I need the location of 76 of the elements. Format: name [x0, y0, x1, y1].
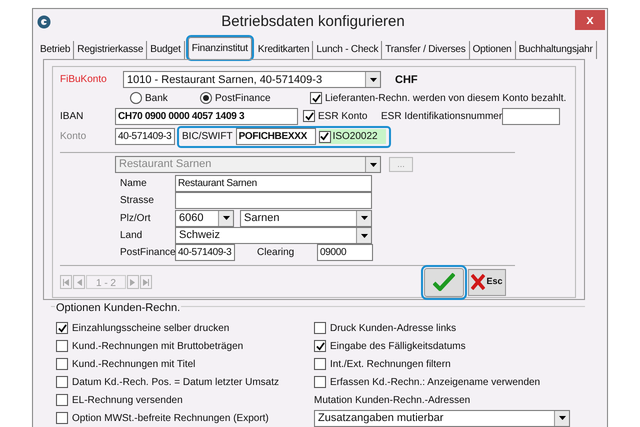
field-label: ESR Identifikationsnummer [381, 110, 502, 124]
field-label: Druck Kunden-Adresse links [330, 322, 456, 336]
close-button[interactable]: x [575, 10, 605, 30]
tab[interactable]: Lunch - Check [313, 40, 382, 59]
checkbox[interactable] [314, 340, 326, 352]
tab[interactable]: Kreditkarten [254, 40, 314, 59]
cross-icon [471, 274, 486, 290]
field-label: PostFinance [215, 92, 271, 106]
tab[interactable]: Buchhaltungsjahr [516, 40, 597, 59]
field-label: Konto [60, 130, 88, 144]
tab[interactable]: Budget [147, 40, 185, 59]
window-title: Betriebsdaten konfigurieren [220, 12, 406, 32]
text-field[interactable]: 09000 [317, 244, 373, 262]
field-label: BIC/SWIFT [182, 130, 233, 144]
field-label: Kund.-Rechnungen mit Titel [72, 358, 196, 372]
text-field[interactable]: 40-571409-3 [175, 244, 235, 262]
field-label: Lieferanten-Rechn. werden von diesem Konto bezahlt. [325, 92, 566, 106]
dropdown[interactable]: Zusatzangaben mutierbar [314, 410, 570, 426]
text-field[interactable]: CH70 0900 0000 4057 1409 3 [115, 108, 298, 125]
text-field[interactable] [502, 108, 560, 125]
checkbox[interactable] [314, 376, 326, 388]
field-label: FiBuKonto [60, 73, 108, 88]
account-field[interactable]: 40-571409-3 [115, 128, 175, 146]
dropdown[interactable]: 6060 [175, 210, 234, 227]
tab[interactable]: Registrierkasse [74, 40, 148, 59]
text-field[interactable]: Restaurant Sarnen [175, 174, 372, 192]
field-label: EL-Rechnung versenden [72, 394, 183, 408]
checkbox[interactable] [56, 358, 68, 370]
checkbox[interactable] [56, 376, 68, 388]
radio-button[interactable] [200, 92, 212, 104]
field-label: IBAN [60, 110, 84, 124]
field-label: Bank [145, 92, 168, 106]
field-label: Name [120, 176, 148, 191]
tab[interactable]: Betrieb [37, 40, 74, 59]
dropdown[interactable]: 1010 - Restaurant Sarnen, 40-571409-3 [123, 71, 381, 88]
checkbox[interactable] [314, 358, 326, 370]
checkmark-icon [316, 342, 324, 350]
checkmark-icon [433, 273, 455, 292]
field-label: Clearing [257, 246, 296, 260]
checkbox[interactable] [314, 322, 326, 334]
field-label: Datum Kd.-Rech. Pos. = Datum letzter Umsatz [72, 376, 280, 390]
dropdown[interactable]: Sarnen [240, 210, 372, 227]
checkmark-icon [320, 132, 330, 142]
text-field[interactable] [175, 192, 372, 210]
field-label: Int./Ext. Rechnungen filtern [330, 358, 451, 372]
checkbox[interactable] [56, 412, 68, 424]
tab[interactable]: Transfer / Diverses [382, 40, 470, 59]
field-label: Land [120, 229, 144, 244]
escape-button[interactable]: Esc [468, 268, 506, 296]
text-field[interactable]: POFICHBEXXX [236, 128, 316, 146]
field-label: Strasse [120, 194, 155, 208]
checkbox[interactable] [56, 322, 68, 334]
checkmark-icon [58, 324, 66, 332]
confirm-button[interactable] [424, 268, 464, 297]
field-label: ESR Konto [318, 110, 368, 124]
field-label: Einzahlungsscheine selber drucken [72, 322, 230, 336]
currency-label: CHF [395, 72, 418, 88]
field-label: Plz/Ort [120, 212, 152, 226]
checkbox[interactable] [318, 130, 331, 143]
dropdown[interactable]: Schweiz [175, 227, 372, 244]
checkbox[interactable] [310, 92, 322, 104]
checkbox[interactable] [303, 110, 315, 122]
field-label: ISO20022 [332, 130, 378, 144]
checkbox[interactable] [56, 340, 68, 352]
field-label: Mutation Kunden-Rechn.-Adressen [314, 394, 470, 408]
field-label: Erfassen Kd.-Rechn.: Anzeigename verwenden [330, 376, 540, 390]
tab[interactable]: Finanzinstitut [188, 36, 252, 59]
app-logo-icon [37, 14, 51, 29]
field-label: PostFinance [120, 246, 175, 260]
radio-button[interactable] [130, 92, 142, 104]
tab[interactable]: Optionen [470, 40, 516, 59]
checkbox[interactable] [56, 394, 68, 406]
page-indicator: 1 - 2 [86, 275, 126, 290]
field-label: Kund.-Rechnungen mit Bruttobeträgen [72, 340, 244, 354]
field-label: Eingabe des Fälligkeitsdatums [330, 340, 466, 354]
field-label: Option MWSt.-befreite Rechnungen (Export) [72, 412, 269, 426]
